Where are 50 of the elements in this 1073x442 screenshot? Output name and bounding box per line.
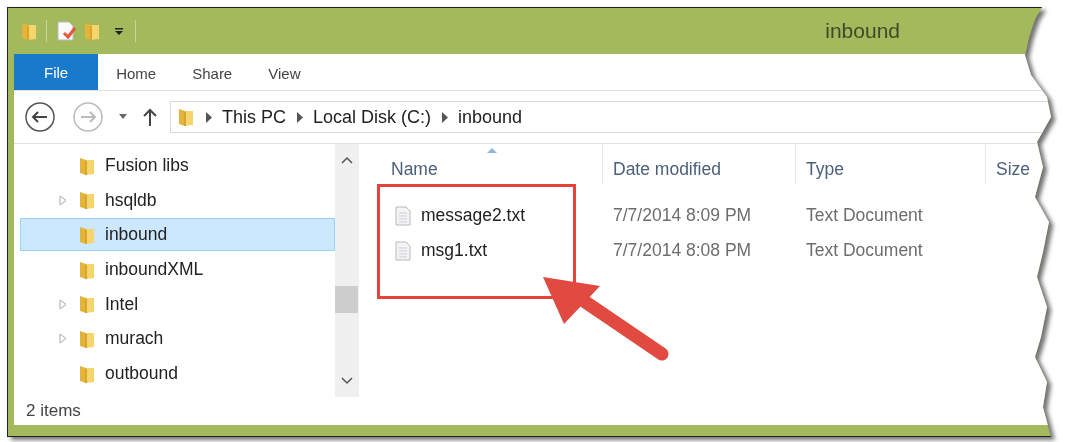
file-tab[interactable]: File <box>14 54 99 90</box>
folder-icon <box>78 294 96 315</box>
folder-icon <box>78 155 96 176</box>
folder-icon <box>20 21 38 41</box>
status-text: 2 items <box>26 401 81 421</box>
scrollbar-thumb[interactable] <box>335 286 358 313</box>
type-cell-text: Text Document <box>805 205 924 226</box>
breadcrumb-arrow-icon[interactable] <box>205 111 212 123</box>
date-cell-text: 7/7/2014 8:09 PM <box>612 205 753 226</box>
sidebar-item[interactable]: Intel <box>20 287 335 321</box>
sidebar-item[interactable]: outbound <box>20 357 335 391</box>
up-arrow-icon[interactable] <box>142 107 158 127</box>
scroll-up-icon[interactable] <box>340 156 353 164</box>
folder-icon <box>78 190 96 211</box>
column-header[interactable]: Size <box>986 144 1036 184</box>
sidebar-item[interactable]: hsqldb <box>20 183 335 217</box>
sidebar-item[interactable]: murach <box>20 322 335 356</box>
sidebar-item[interactable]: inboundXML <box>20 253 335 287</box>
ribbon-tab[interactable]: Home <box>98 56 175 90</box>
sidebar-item[interactable]: inbound <box>20 218 335 252</box>
sort-ascending-icon <box>485 147 498 153</box>
scroll-down-icon[interactable] <box>340 377 353 385</box>
sidebar-item[interactable]: Fusion libs <box>20 149 335 182</box>
breadcrumb[interactable]: inbound <box>458 106 523 128</box>
properties-icon[interactable] <box>55 20 77 42</box>
scrollbar[interactable] <box>335 144 358 397</box>
back-button[interactable] <box>24 101 56 133</box>
type-cell-text: Text Document <box>805 240 924 261</box>
text-file-icon <box>395 240 411 261</box>
folder-icon <box>78 224 96 245</box>
ribbon-tab[interactable]: View <box>250 56 319 90</box>
breadcrumb[interactable]: Local Disk (C:) <box>313 106 432 128</box>
folder-icon <box>78 363 96 384</box>
column-header[interactable]: Date modified <box>603 144 796 184</box>
ribbon-tab[interactable]: Share <box>174 56 251 90</box>
folder-icon <box>78 259 96 280</box>
folder-icon <box>78 328 96 349</box>
breadcrumb-arrow-icon[interactable] <box>296 111 303 123</box>
column-header[interactable]: Name <box>381 144 603 184</box>
file-name-cell[interactable]: message2.txt <box>381 205 603 226</box>
new-folder-icon <box>83 21 101 41</box>
text-file-icon <box>395 205 411 226</box>
window-title: inbound <box>825 19 900 43</box>
column-header[interactable]: Type <box>796 144 986 184</box>
breadcrumb[interactable]: This PC <box>222 106 286 128</box>
date-cell-text: 7/7/2014 8:08 PM <box>612 240 753 261</box>
folder-icon <box>177 107 195 127</box>
breadcrumb-arrow-icon[interactable] <box>441 111 449 123</box>
recent-locations-icon[interactable] <box>118 114 128 120</box>
file-name-cell[interactable]: msg1.txt <box>381 240 603 261</box>
